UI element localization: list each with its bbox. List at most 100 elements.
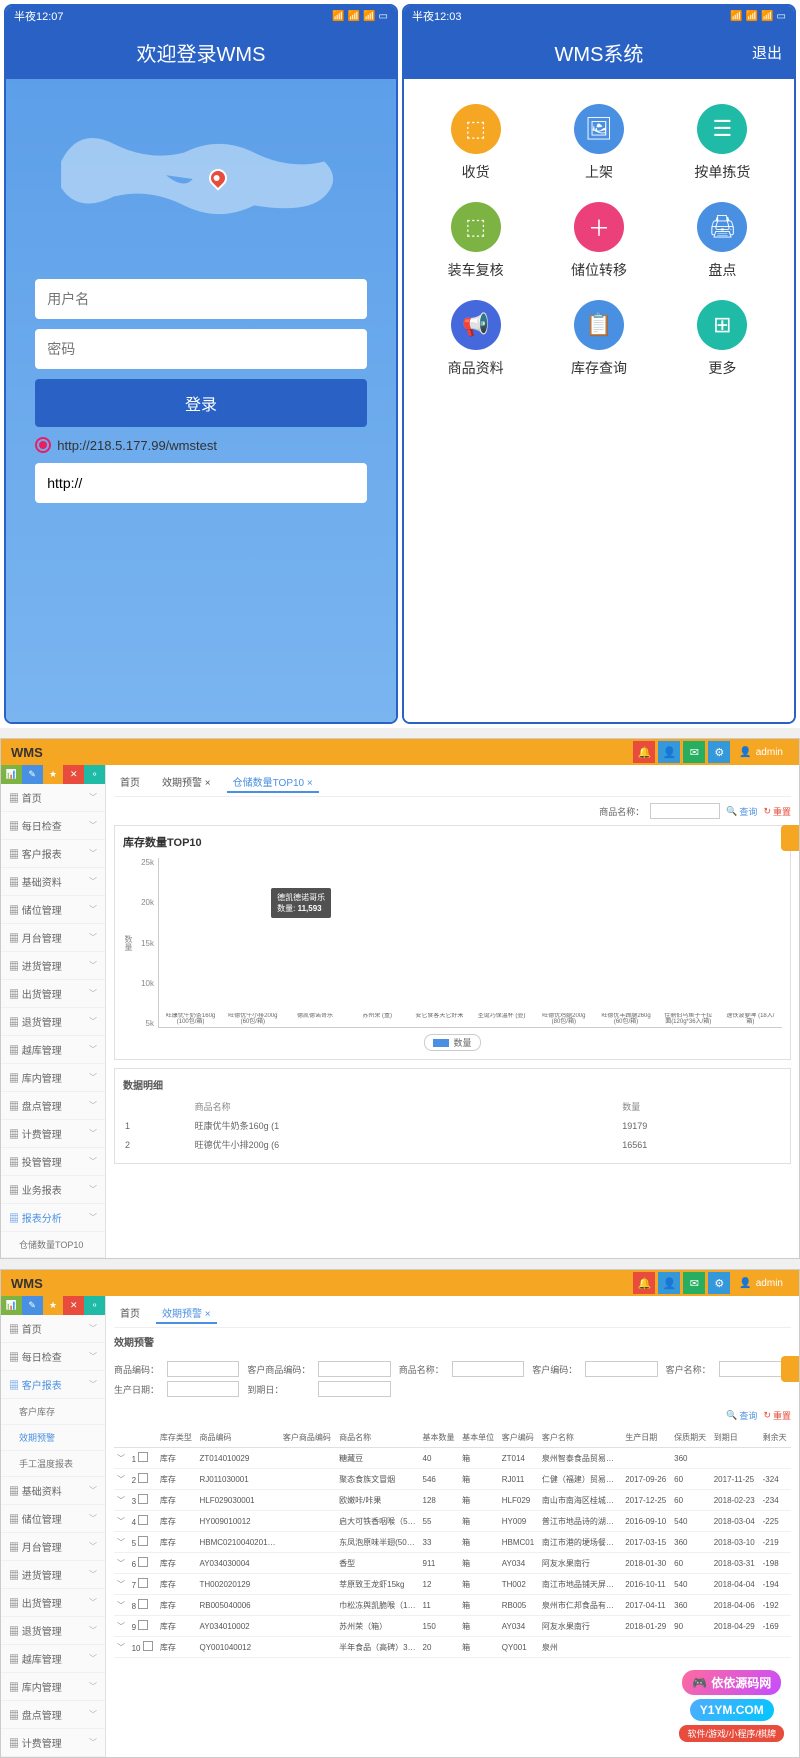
sidebar-item[interactable]: ▦ 月台管理﹀ [1, 1533, 105, 1561]
checkbox[interactable] [138, 1578, 148, 1588]
sidebar-item[interactable]: ▦ 储位管理﹀ [1, 1505, 105, 1533]
tool-star-icon[interactable]: ★ [43, 765, 64, 784]
bell-icon[interactable]: 🔔 [633, 741, 655, 763]
reset-button[interactable]: ↻重置 [763, 805, 791, 818]
sidebar-item[interactable]: ▦ 储位管理﹀ [1, 896, 105, 924]
tool-chart-icon[interactable]: 📊 [1, 765, 22, 784]
password-input[interactable] [35, 329, 367, 369]
gear-icon[interactable]: ⚙ [708, 1272, 730, 1294]
url-input-2[interactable] [35, 463, 367, 503]
checkbox[interactable] [138, 1557, 148, 1567]
table-row[interactable]: ﹀ 7 库存TH002020129莘原致王龙虾15kg 12箱TH002南江市地… [114, 1574, 791, 1595]
bar-wrap[interactable]: 苏州荣 (盒) [352, 1011, 402, 1027]
gear-icon[interactable]: ⚙ [708, 741, 730, 763]
sidebar-item[interactable]: ▦ 基础资料﹀ [1, 1477, 105, 1505]
table-row[interactable]: 2旺德优牛小排200g (616561 [125, 1136, 780, 1153]
tab[interactable]: 仓储数量TOP10 × [227, 772, 319, 793]
expand-icon[interactable]: ﹀ [117, 1559, 125, 1568]
expand-icon[interactable]: ﹀ [117, 1496, 125, 1505]
url-option-1[interactable]: http://218.5.177.99/wmstest [35, 437, 367, 453]
sidebar-item[interactable]: ▦ 出货管理﹀ [1, 1589, 105, 1617]
search-button[interactable]: 🔍查询 [726, 805, 757, 818]
sidebar-item[interactable]: ▦ 基础资料﹀ [1, 868, 105, 896]
menu-item[interactable]: ＋ 储位转移 [542, 202, 655, 280]
table-row[interactable]: ﹀ 1 库存ZT014010029糖藏豆 40箱ZT014泉州智泰食品贸易有限 … [114, 1448, 791, 1469]
filter-expiry[interactable] [318, 1381, 390, 1397]
tool-close-icon[interactable]: ✕ [63, 765, 84, 784]
menu-item[interactable]: 🖨 盘点 [666, 202, 779, 280]
checkbox[interactable] [138, 1452, 148, 1462]
table-row[interactable]: ﹀ 2 库存RJ011030001聚态食族文冒烟 546箱RJ011仁健（福建）… [114, 1469, 791, 1490]
table-row[interactable]: ﹀ 4 库存HY009010012启大可铁香咽喉（5kg） 55箱HY009普江… [114, 1511, 791, 1532]
menu-item[interactable]: 📋 库存查询 [542, 300, 655, 378]
tab[interactable]: 首页 [114, 772, 146, 793]
sidebar-item[interactable]: ▦ 计费管理﹀ [1, 1120, 105, 1148]
sidebar-item[interactable]: ▦ 进货管理﹀ [1, 1561, 105, 1589]
filter-product-code[interactable] [167, 1361, 239, 1377]
checkbox[interactable] [138, 1473, 148, 1483]
sidebar-item[interactable]: ▦ 业务报表﹀ [1, 1176, 105, 1204]
menu-item[interactable]: ⊞ 更多 [666, 300, 779, 378]
sidebar-item[interactable]: ▦ 库内管理﹀ [1, 1673, 105, 1701]
sidebar-item[interactable]: ▦ 首页﹀ [1, 784, 105, 812]
checkbox[interactable] [138, 1536, 148, 1546]
sidebar-item[interactable]: ▦ 每日检查﹀ [1, 812, 105, 840]
sidebar-item[interactable]: ▦ 库内管理﹀ [1, 1064, 105, 1092]
sidebar-item[interactable]: ▦ 盘点管理﹀ [1, 1701, 105, 1729]
bar-wrap[interactable]: 德凯德诺哥乐 [290, 1011, 340, 1027]
sidebar-item[interactable]: ▦ 每日检查﹀ [1, 1343, 105, 1371]
search-button[interactable]: 🔍查询 [726, 1409, 757, 1422]
login-button[interactable]: 登录 [35, 379, 367, 427]
sidebar-item[interactable]: ▦ 投管管理﹀ [1, 1148, 105, 1176]
sidebar-item[interactable]: ▦ 进货管理﹀ [1, 952, 105, 980]
bar-wrap[interactable]: 旺德优牛小排200g (60包/箱) [228, 1011, 278, 1027]
expand-icon[interactable]: ﹀ [117, 1475, 125, 1484]
menu-item[interactable]: ⬚ 装车复核 [419, 202, 532, 280]
sidebar-item[interactable]: ▦ 出货管理﹀ [1, 980, 105, 1008]
user-icon[interactable]: 👤 [658, 1272, 680, 1294]
tab[interactable]: 首页 [114, 1303, 146, 1324]
table-row[interactable]: 1旺康优牛奶条160g (119179 [125, 1117, 780, 1134]
tab[interactable]: 效期预警 × [156, 772, 217, 793]
sidebar-sub-item[interactable]: 手工温度报表 [1, 1451, 105, 1477]
menu-item[interactable]: 📢 商品资料 [419, 300, 532, 378]
tool-share-icon[interactable]: ⚬ [84, 1296, 105, 1315]
menu-item[interactable]: ⬚ 收货 [419, 104, 532, 182]
expand-icon[interactable]: ﹀ [117, 1622, 125, 1631]
checkbox[interactable] [138, 1515, 148, 1525]
reset-button[interactable]: ↻重置 [763, 1409, 791, 1422]
tool-close-icon[interactable]: ✕ [63, 1296, 84, 1315]
bar-wrap[interactable]: 旺德优羊蹄腿260g (60包/箱) [601, 1011, 651, 1027]
bar-wrap[interactable]: 旺德优鸡腿200g (80包/箱) [539, 1011, 589, 1027]
checkbox[interactable] [138, 1599, 148, 1609]
expand-icon[interactable]: ﹀ [117, 1454, 125, 1463]
side-tab[interactable] [781, 825, 799, 851]
sidebar-item[interactable]: ▦ 客户报表﹀ [1, 840, 105, 868]
table-row[interactable]: ﹀ 8 库存RB005040006巾松冻舆凯脆喉（10kg） 11箱RB005泉… [114, 1595, 791, 1616]
tool-edit-icon[interactable]: ✎ [22, 765, 43, 784]
user-icon[interactable]: 👤 [658, 741, 680, 763]
sidebar-item[interactable]: ▦ 退货管理﹀ [1, 1617, 105, 1645]
product-name-input[interactable] [650, 803, 720, 819]
filter-product-name[interactable] [452, 1361, 524, 1377]
bar-wrap[interactable]: 安它食客天它好米 [414, 1011, 464, 1027]
sidebar-item[interactable]: ▦ 月台管理﹀ [1, 924, 105, 952]
expand-icon[interactable]: ﹀ [117, 1517, 125, 1526]
filter-cust-code[interactable] [585, 1361, 657, 1377]
checkbox[interactable] [138, 1494, 148, 1504]
sidebar-item[interactable]: ▦ 盘点管理﹀ [1, 1092, 105, 1120]
mail-icon[interactable]: ✉ [683, 741, 705, 763]
filter-cust-product-code[interactable] [318, 1361, 390, 1377]
tool-chart-icon[interactable]: 📊 [1, 1296, 22, 1315]
table-row[interactable]: ﹀ 10 库存QY001040012半年食品（高碑）30支*6袋 20箱QY00… [114, 1637, 791, 1658]
bar-wrap[interactable]: 速铁波萝啤 (18入/箱) [725, 1011, 775, 1027]
table-row[interactable]: ﹀ 9 库存AY034010002苏州荣（箱） 150箱AY034阿友水果南行 … [114, 1616, 791, 1637]
sidebar-item[interactable]: ▦ 越库管理﹀ [1, 1036, 105, 1064]
username-input[interactable] [35, 279, 367, 319]
checkbox[interactable] [138, 1620, 148, 1630]
mail-icon[interactable]: ✉ [683, 1272, 705, 1294]
tool-star-icon[interactable]: ★ [43, 1296, 64, 1315]
table-row[interactable]: ﹀ 3 库存HLF029030001欧嫩咔/咔果 128箱HLF029南山市南海… [114, 1490, 791, 1511]
logout-button[interactable]: 退出 [752, 42, 782, 63]
sidebar-item[interactable]: ▦ 越库管理﹀ [1, 1645, 105, 1673]
